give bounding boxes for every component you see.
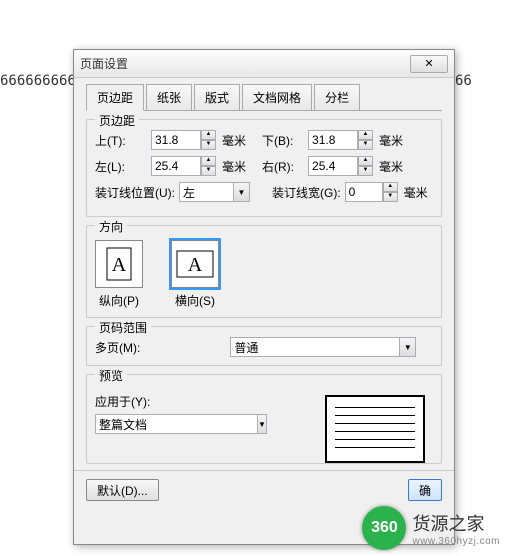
spinner-bottom: ▲▼	[308, 130, 373, 150]
spin-down-icon[interactable]: ▼	[201, 140, 216, 150]
group-preview: 预览 应用于(Y): ▼	[86, 374, 442, 464]
watermark-sub: www.360hyzj.com	[412, 536, 500, 547]
portrait-page-icon: A	[106, 247, 132, 281]
unit-mm: 毫米	[379, 132, 403, 149]
group-preview-title: 预览	[95, 367, 127, 384]
input-gutter-width[interactable]	[345, 182, 383, 202]
input-gutter-pos[interactable]	[179, 182, 234, 202]
orientation-portrait[interactable]: A	[95, 240, 143, 288]
ok-button[interactable]: 确	[408, 479, 442, 501]
label-portrait: 纵向(P)	[99, 292, 139, 309]
close-button[interactable]: ✕	[410, 55, 448, 73]
preview-thumbnail	[325, 395, 425, 463]
group-orientation-title: 方向	[95, 218, 127, 235]
chevron-down-icon[interactable]: ▼	[400, 337, 416, 357]
tab-paper[interactable]: 纸张	[146, 84, 192, 110]
svg-text:A: A	[188, 254, 203, 276]
unit-mm: 毫米	[222, 132, 246, 149]
spin-up-icon[interactable]: ▲	[358, 156, 373, 166]
tab-margins[interactable]: 页边距	[86, 84, 144, 111]
label-multipage: 多页(M):	[95, 339, 140, 356]
dialog-title: 页面设置	[80, 55, 410, 72]
unit-mm: 毫米	[404, 184, 428, 201]
spin-down-icon[interactable]: ▼	[358, 140, 373, 150]
background-text-right: 66	[455, 73, 472, 89]
spin-up-icon[interactable]: ▲	[358, 130, 373, 140]
label-landscape: 横向(S)	[175, 292, 215, 309]
spinner-gutter-width: ▲▼	[345, 182, 398, 202]
input-multipage[interactable]	[230, 337, 400, 357]
tab-grid[interactable]: 文档网格	[242, 84, 312, 110]
spin-up-icon[interactable]: ▲	[201, 130, 216, 140]
group-margins: 页边距 上(T): ▲▼ 毫米 下(B): ▲▼ 毫米 左(L):	[86, 119, 442, 217]
spin-down-icon[interactable]: ▼	[358, 166, 373, 176]
tabstrip: 页边距 纸张 版式 文档网格 分栏	[86, 84, 442, 111]
spin-up-icon[interactable]: ▲	[383, 182, 398, 192]
group-range-title: 页码范围	[95, 319, 151, 336]
combo-gutter-pos: ▼	[179, 182, 250, 202]
tab-layout[interactable]: 版式	[194, 84, 240, 110]
chevron-down-icon[interactable]: ▼	[258, 414, 267, 434]
page-setup-dialog: 页面设置 ✕ 页边距 纸张 版式 文档网格 分栏 页边距 上(T): ▲▼ 毫米…	[73, 49, 455, 545]
input-bottom[interactable]	[308, 130, 358, 150]
label-gutter-pos: 装订线位置(U):	[95, 184, 175, 201]
tab-columns[interactable]: 分栏	[314, 84, 360, 110]
group-range: 页码范围 多页(M): ▼	[86, 326, 442, 366]
unit-mm: 毫米	[379, 158, 403, 175]
spin-up-icon[interactable]: ▲	[201, 156, 216, 166]
group-margins-title: 页边距	[95, 112, 139, 129]
svg-text:A: A	[112, 254, 127, 276]
input-right[interactable]	[308, 156, 358, 176]
chevron-down-icon[interactable]: ▼	[234, 182, 250, 202]
label-left: 左(L):	[95, 158, 147, 175]
close-icon: ✕	[424, 57, 433, 70]
input-left[interactable]	[151, 156, 201, 176]
label-gutter-width: 装订线宽(G):	[272, 184, 341, 201]
input-apply-to[interactable]	[95, 414, 258, 434]
label-bottom: 下(B):	[262, 132, 304, 149]
landscape-page-icon: A	[176, 250, 214, 278]
label-right: 右(R):	[262, 158, 304, 175]
orientation-landscape[interactable]: A	[171, 240, 219, 288]
spin-down-icon[interactable]: ▼	[383, 192, 398, 202]
combo-multipage: ▼	[230, 337, 416, 357]
label-top: 上(T):	[95, 132, 147, 149]
unit-mm: 毫米	[222, 158, 246, 175]
watermark-badge: 360	[362, 506, 406, 550]
spin-down-icon[interactable]: ▼	[201, 166, 216, 176]
titlebar: 页面设置 ✕	[74, 50, 454, 78]
spinner-left: ▲▼	[151, 156, 216, 176]
watermark-main: 货源之家	[412, 510, 500, 536]
spinner-right: ▲▼	[308, 156, 373, 176]
dialog-footer: 默认(D)... 确	[74, 470, 454, 509]
default-button[interactable]: 默认(D)...	[86, 479, 159, 501]
watermark: 360 货源之家 www.360hyzj.com	[362, 506, 500, 550]
spinner-top: ▲▼	[151, 130, 216, 150]
group-orientation: 方向 A 纵向(P) A 横向(S)	[86, 225, 442, 318]
input-top[interactable]	[151, 130, 201, 150]
combo-apply-to: ▼	[95, 414, 235, 434]
